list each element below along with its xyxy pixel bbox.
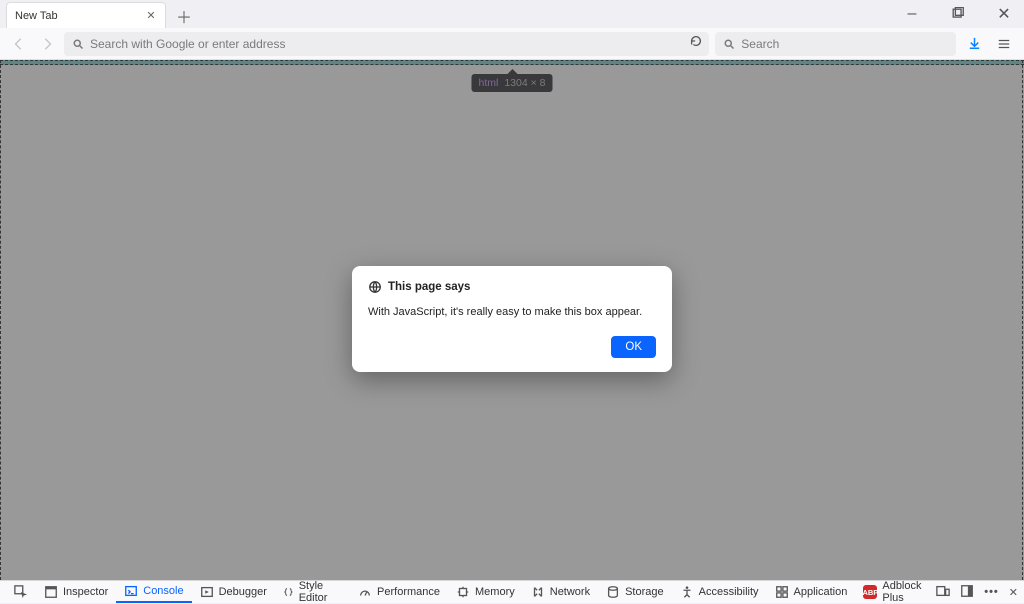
- content-area: html 1304 × 8 This page says With JavaSc…: [0, 60, 1024, 580]
- window-close-button[interactable]: ✕: [990, 4, 1018, 24]
- search-icon: [723, 38, 735, 50]
- panel-label: Application: [794, 586, 848, 598]
- dialog-actions: OK: [368, 336, 656, 358]
- panel-accessibility[interactable]: Accessibility: [672, 581, 767, 603]
- panel-label: Debugger: [219, 586, 267, 598]
- dock-side-button[interactable]: [960, 584, 974, 601]
- responsive-icon: [936, 584, 950, 598]
- panel-storage[interactable]: Storage: [598, 581, 672, 603]
- dialog-title: This page says: [388, 281, 470, 293]
- arrow-left-icon: [12, 37, 26, 51]
- search-input[interactable]: [741, 37, 948, 51]
- nav-back-button[interactable]: [8, 33, 30, 55]
- new-tab-button[interactable]: ＋: [172, 4, 196, 28]
- globe-icon: [368, 280, 382, 294]
- search-bar[interactable]: [715, 32, 956, 56]
- panel-adblock-plus[interactable]: ABP Adblock Plus: [855, 581, 936, 603]
- storage-icon: [606, 585, 620, 599]
- reload-icon: [689, 34, 703, 48]
- memory-icon: [456, 585, 470, 599]
- downloads-button[interactable]: [962, 32, 986, 56]
- dialog-message: With JavaScript, it's really easy to mak…: [368, 306, 656, 318]
- browser-tab[interactable]: New Tab ✕: [6, 2, 166, 28]
- panel-label: Adblock Plus: [882, 580, 928, 604]
- panel-performance[interactable]: Performance: [350, 581, 448, 603]
- braces-icon: [283, 585, 294, 599]
- window-maximize-button[interactable]: [944, 4, 972, 24]
- download-icon: [967, 36, 982, 51]
- maximize-icon: [951, 7, 965, 21]
- gauge-icon: [358, 585, 372, 599]
- js-alert-dialog: This page says With JavaScript, it's rea…: [352, 266, 672, 372]
- panel-console[interactable]: Console: [116, 581, 191, 603]
- dialog-header: This page says: [368, 280, 656, 294]
- ok-button[interactable]: OK: [611, 336, 656, 358]
- search-icon: [72, 38, 84, 50]
- accessibility-icon: [680, 585, 694, 599]
- console-icon: [124, 584, 138, 598]
- network-icon: [531, 585, 545, 599]
- inspector-icon: [44, 585, 58, 599]
- panel-label: Style Editor: [299, 580, 342, 604]
- dock-icon: [960, 584, 974, 598]
- window-minimize-button[interactable]: –: [898, 4, 926, 24]
- url-input[interactable]: [90, 37, 701, 51]
- panel-label: Console: [143, 585, 183, 597]
- panel-application[interactable]: Application: [767, 581, 856, 603]
- panel-memory[interactable]: Memory: [448, 581, 523, 603]
- devtools-right-controls: ••• ✕: [936, 584, 1018, 601]
- window-controls: – ✕: [898, 4, 1018, 24]
- arrow-right-icon: [40, 37, 54, 51]
- abp-icon: ABP: [863, 585, 877, 599]
- element-picker-button[interactable]: [6, 581, 36, 603]
- hamburger-icon: [997, 37, 1011, 51]
- devtools-toolbar: Inspector Console Debugger Style Editor …: [0, 580, 1024, 603]
- debugger-icon: [200, 585, 214, 599]
- panel-debugger[interactable]: Debugger: [192, 581, 275, 603]
- url-bar[interactable]: [64, 32, 709, 56]
- panel-label: Performance: [377, 586, 440, 598]
- tab-title: New Tab: [15, 10, 58, 22]
- panel-network[interactable]: Network: [523, 581, 598, 603]
- devtools-more-button[interactable]: •••: [984, 586, 999, 598]
- panel-label: Inspector: [63, 586, 108, 598]
- tab-close-icon[interactable]: ✕: [143, 7, 159, 23]
- panel-label: Accessibility: [699, 586, 759, 598]
- tab-strip: New Tab ✕ ＋ – ✕: [0, 0, 1024, 28]
- responsive-mode-button[interactable]: [936, 584, 950, 601]
- devtools-close-button[interactable]: ✕: [1009, 586, 1018, 599]
- app-menu-button[interactable]: [992, 32, 1016, 56]
- nav-forward-button[interactable]: [36, 33, 58, 55]
- panel-label: Storage: [625, 586, 664, 598]
- panel-inspector[interactable]: Inspector: [36, 581, 116, 603]
- panel-label: Memory: [475, 586, 515, 598]
- panel-style-editor[interactable]: Style Editor: [275, 581, 350, 603]
- panel-label: Network: [550, 586, 590, 598]
- picker-icon: [14, 585, 28, 599]
- nav-toolbar: [0, 28, 1024, 60]
- application-icon: [775, 585, 789, 599]
- reload-button[interactable]: [689, 34, 703, 53]
